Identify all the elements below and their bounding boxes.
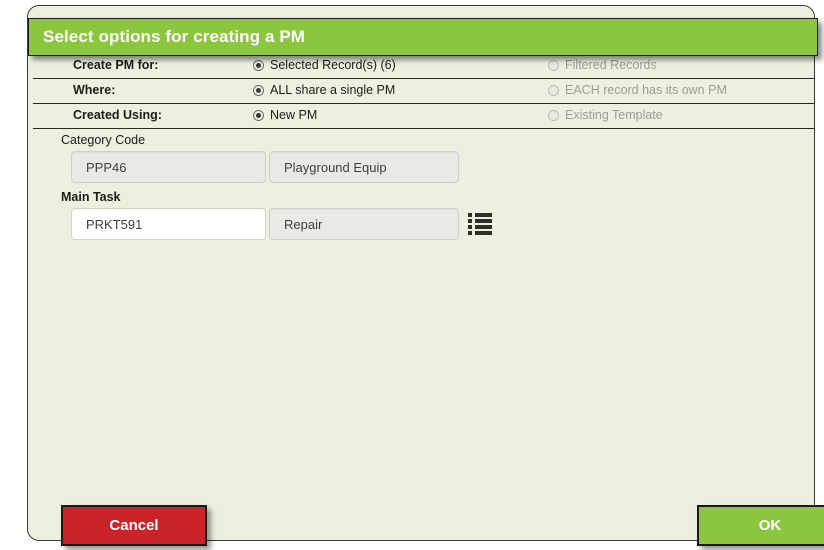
category-code-label: Category Code (61, 133, 146, 147)
dialog-title-bar: Select options for creating a PM (28, 18, 818, 56)
radio-label: EACH record has its own PM (565, 83, 727, 97)
category-code-row: PPP46 Playground Equip (61, 151, 459, 183)
radio-label: ALL share a single PM (270, 83, 396, 97)
option-label: Where: (73, 83, 116, 97)
radio-icon-selected[interactable] (253, 109, 264, 121)
radio-icon-unselected[interactable] (548, 84, 559, 96)
ok-button[interactable]: OK (697, 505, 824, 546)
list-lookup-icon[interactable] (468, 213, 492, 235)
option-row-where: Where: ALL share a single PM EACH record… (33, 79, 814, 104)
main-task-group: Main Task PRKT591 Repair (61, 190, 492, 240)
radio-label: New PM (270, 108, 318, 122)
main-task-row: PRKT591 Repair (61, 208, 492, 240)
radio-option-existing-template[interactable]: Existing Template (548, 108, 663, 122)
option-label: Create PM for: (73, 58, 159, 72)
radio-option-each-record-own-pm[interactable]: EACH record has its own PM (548, 83, 727, 97)
category-code-input[interactable]: PPP46 (71, 151, 266, 183)
option-row-create-pm-for: Create PM for: Selected Record(s) (6) Fi… (33, 53, 814, 79)
radio-icon-selected[interactable] (253, 84, 264, 96)
category-code-group: Category Code PPP46 Playground Equip (61, 133, 459, 183)
dialog-screen: Select options for creating a PM Create … (0, 0, 824, 550)
radio-icon-unselected[interactable] (548, 59, 559, 71)
main-task-description: Repair (269, 208, 459, 240)
list-lookup-icon-row (468, 219, 492, 223)
option-row-created-using: Created Using: New PM Existing Template (33, 104, 814, 129)
cancel-button[interactable]: Cancel (61, 505, 207, 546)
radio-icon-unselected[interactable] (548, 109, 559, 121)
list-lookup-icon-row (468, 225, 492, 229)
main-task-input[interactable]: PRKT591 (71, 208, 266, 240)
radio-option-filtered-records[interactable]: Filtered Records (548, 58, 657, 72)
category-code-description: Playground Equip (269, 151, 459, 183)
list-lookup-icon-row (468, 231, 492, 235)
radio-option-new-pm[interactable]: New PM (253, 108, 317, 122)
option-label: Created Using: (73, 108, 162, 122)
radio-option-selected-records[interactable]: Selected Record(s) (6) (253, 58, 396, 72)
options-table: Create PM for: Selected Record(s) (6) Fi… (33, 53, 814, 129)
pm-options-dialog: Select options for creating a PM Create … (27, 5, 824, 546)
dialog-title: Select options for creating a PM (43, 27, 306, 46)
radio-icon-selected[interactable] (253, 59, 264, 71)
radio-label: Filtered Records (565, 58, 657, 72)
radio-option-all-share-single-pm[interactable]: ALL share a single PM (253, 83, 395, 97)
main-task-label: Main Task (61, 190, 121, 204)
list-lookup-icon-row (468, 213, 492, 217)
radio-label: Existing Template (565, 108, 663, 122)
radio-label: Selected Record(s) (6) (270, 58, 396, 72)
